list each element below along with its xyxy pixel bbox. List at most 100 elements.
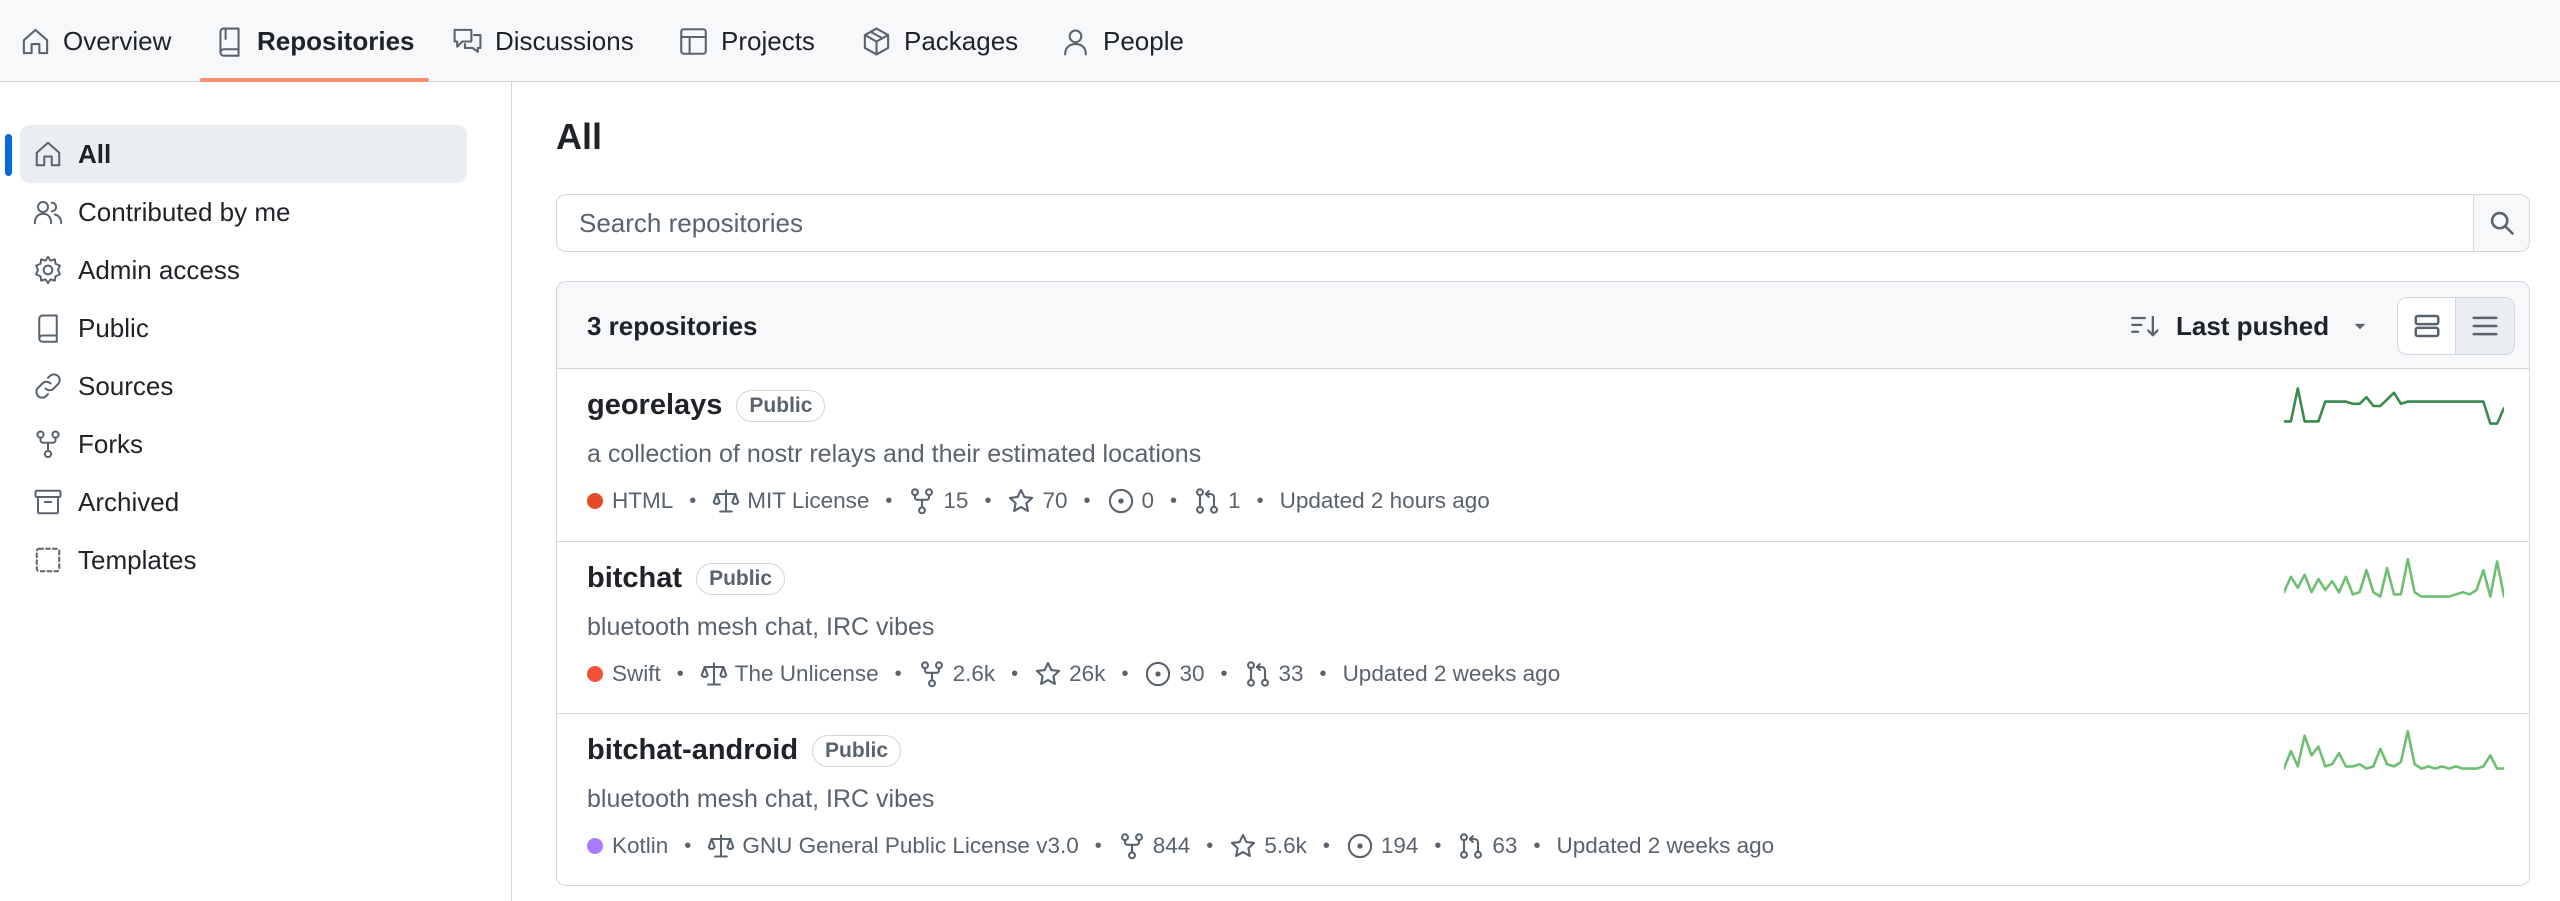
stars-count: 5.6k	[1264, 833, 1307, 858]
list-icon	[2472, 316, 2498, 336]
search-button[interactable]	[2473, 195, 2529, 251]
separator: •	[1256, 489, 1264, 512]
tab-overview[interactable]: Overview	[20, 0, 171, 82]
sidebar-item-forks[interactable]: Forks	[20, 415, 467, 473]
pulls-link[interactable]: 63	[1457, 832, 1517, 860]
tab-label: Projects	[721, 25, 815, 56]
stars-link[interactable]: 70	[1007, 487, 1068, 515]
person-icon	[1064, 28, 1087, 55]
tab-repositories[interactable]: Repositories	[200, 0, 429, 82]
view-card-button[interactable]	[2398, 298, 2457, 354]
separator: •	[984, 489, 992, 512]
stars-link[interactable]: 5.6k	[1229, 832, 1307, 860]
forks-count: 15	[943, 488, 969, 513]
repo-meta: Kotlin • GNU General Public License v3.0…	[587, 832, 1774, 860]
link-icon	[35, 373, 61, 399]
repo-name-link[interactable]: georelays	[587, 389, 722, 422]
home-icon	[22, 28, 49, 54]
tab-label: People	[1103, 25, 1184, 56]
sidebar-item-templates[interactable]: Templates	[20, 531, 467, 589]
tab-label: Discussions	[495, 25, 634, 56]
pulls-link[interactable]: 1	[1193, 487, 1241, 515]
pulls-count: 1	[1228, 488, 1241, 513]
page-title: All	[556, 116, 603, 157]
table-icon	[680, 27, 707, 55]
stars-count: 70	[1042, 488, 1068, 513]
search-input[interactable]	[557, 195, 2473, 251]
issue-icon	[1146, 661, 1171, 687]
visibility-badge: Public	[736, 389, 826, 422]
sidebar-item-label: Sources	[78, 370, 174, 401]
fork-icon	[920, 661, 943, 688]
sidebar-item-sources[interactable]: Sources	[20, 357, 467, 415]
sidebar-item-public[interactable]: Public	[20, 299, 467, 357]
issues-count: 0	[1141, 488, 1155, 513]
repo-name-link[interactable]: bitchat-android	[587, 734, 798, 767]
language: Swift	[587, 661, 661, 687]
sidebar-item-all[interactable]: All	[20, 125, 467, 183]
sidebar-item-contributed[interactable]: Contributed by me	[20, 183, 467, 241]
repo-title-line: georelays Public	[587, 389, 826, 422]
language: HTML	[587, 488, 673, 514]
pulls-link[interactable]: 33	[1244, 660, 1304, 688]
repo-icon	[219, 27, 240, 57]
sidebar-item-admin[interactable]: Admin access	[20, 241, 467, 299]
tab-discussions[interactable]: Discussions	[452, 0, 634, 82]
tab-label: Overview	[63, 25, 172, 56]
separator: •	[885, 489, 893, 512]
forks-link[interactable]: 844	[1118, 832, 1190, 860]
tab-packages[interactable]: Packages	[861, 0, 1018, 82]
view-list-button[interactable]	[2456, 298, 2514, 354]
pull-request-icon	[1196, 488, 1219, 514]
sort-dropdown[interactable]: Last pushed	[2130, 304, 2373, 348]
repo-row: bitchat Public bluetooth mesh chat, IRC …	[557, 541, 2529, 713]
package-icon	[863, 27, 890, 55]
stars-link[interactable]: 26k	[1034, 660, 1105, 688]
sort-icon	[2131, 315, 2159, 337]
sidebar-item-archived[interactable]: Archived	[20, 473, 467, 531]
forks-link[interactable]: 15	[908, 487, 968, 515]
law-icon	[708, 834, 735, 858]
sidebar-item-label: Forks	[78, 428, 143, 459]
separator: •	[689, 489, 697, 512]
view-toggle	[2397, 297, 2515, 355]
star-icon	[1009, 488, 1034, 512]
license: The Unlicense	[700, 660, 879, 688]
updated-time: Updated 2 weeks ago	[1342, 661, 1561, 686]
law-icon	[712, 489, 740, 513]
repo-meta: HTML • MIT License • 15 • 70 • 0 • 1 • U…	[587, 487, 1490, 515]
separator: •	[1083, 489, 1091, 512]
repository-list: 3 repositories Last pushed georelays Pub…	[556, 281, 2530, 886]
repo-description: bluetooth mesh chat, IRC vibes	[587, 613, 935, 641]
caret-down-icon	[2354, 323, 2366, 330]
repo-filter-sidebar: All Contributed by me Admin access Publi…	[0, 82, 512, 901]
tab-people[interactable]: People	[1060, 0, 1184, 82]
sidebar-item-label: Contributed by me	[78, 196, 291, 227]
separator: •	[1121, 662, 1129, 685]
tab-projects[interactable]: Projects	[678, 0, 815, 82]
repo-name-link[interactable]: bitchat	[587, 562, 682, 595]
language-label: Kotlin	[612, 833, 669, 858]
language-color-dot	[587, 838, 603, 854]
issues-link[interactable]: 30	[1144, 660, 1205, 688]
license-label: The Unlicense	[734, 661, 879, 686]
sort-label: Last pushed	[2176, 310, 2330, 341]
tab-label: Repositories	[257, 25, 415, 56]
forks-link[interactable]: 2.6k	[918, 660, 995, 688]
sidebar-item-label: Archived	[78, 486, 180, 517]
issues-link[interactable]: 0	[1107, 487, 1155, 515]
separator: •	[1533, 834, 1541, 857]
star-icon	[1231, 833, 1256, 857]
sidebar-item-label: Public	[78, 312, 149, 343]
language-color-dot	[587, 666, 603, 682]
search-icon	[2490, 211, 2514, 235]
sparkline-path	[2284, 729, 2504, 770]
issues-link[interactable]: 194	[1346, 832, 1418, 860]
license: GNU General Public License v3.0	[707, 832, 1079, 860]
repo-count: 3 repositories	[587, 311, 758, 341]
activity-sparkline	[2284, 729, 2504, 770]
license: MIT License	[712, 487, 869, 515]
separator: •	[1319, 662, 1327, 685]
visibility-badge: Public	[696, 562, 786, 595]
repo-meta: Swift • The Unlicense • 2.6k • 26k • 30 …	[587, 660, 1560, 688]
